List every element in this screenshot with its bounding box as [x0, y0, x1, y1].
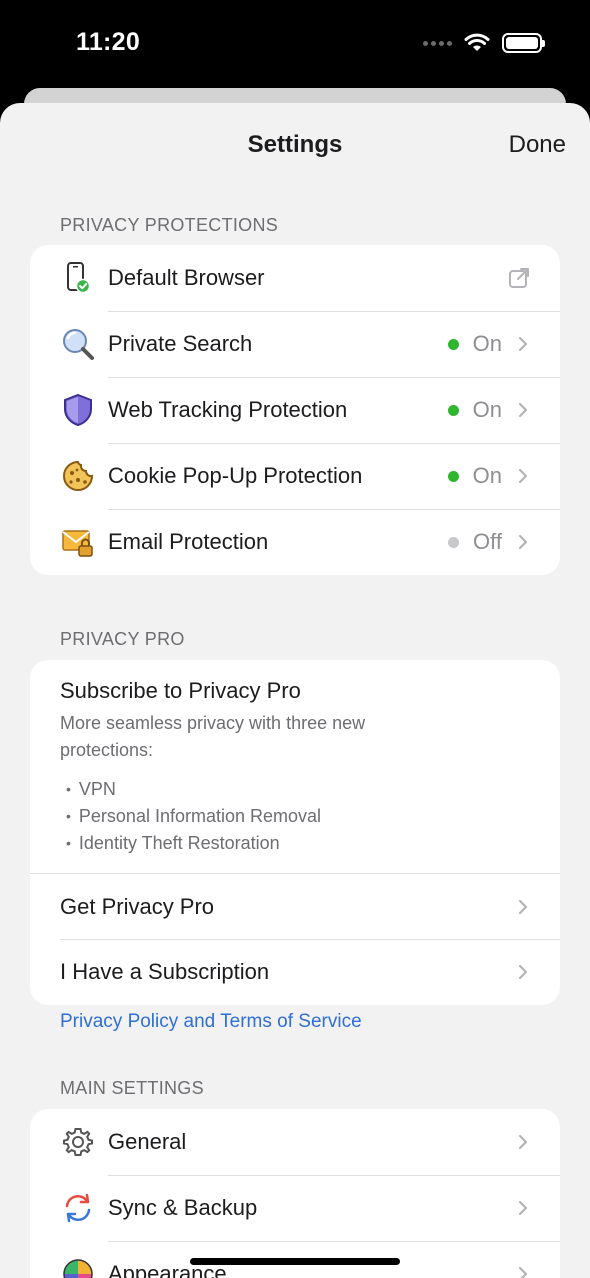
settings-sheet: Settings Done PRIVACY PROTECTIONS Defaul… — [0, 103, 590, 1278]
chevron-right-icon — [518, 965, 528, 979]
section-header-privacy-protections: PRIVACY PROTECTIONS — [60, 215, 279, 235]
section-header-privacy-pro: PRIVACY PRO — [60, 629, 185, 649]
row-email-protection[interactable]: Email Protection Off — [30, 509, 560, 575]
privacy-pro-group: Subscribe to Privacy Pro More seamless p… — [30, 660, 560, 1005]
magnifier-icon — [60, 326, 96, 362]
chevron-right-icon — [518, 469, 528, 483]
privacy-protections-group: Default Browser Private Search On Web Tr… — [30, 245, 560, 575]
envelope-lock-icon — [60, 524, 96, 560]
list-item: Identity Theft Restoration — [60, 830, 530, 857]
row-label: Get Privacy Pro — [60, 893, 215, 919]
status-time: 11:20 — [76, 28, 141, 56]
row-private-search[interactable]: Private Search On — [30, 311, 560, 377]
status-indicator: On — [447, 397, 502, 423]
sync-icon — [60, 1190, 96, 1226]
feature-text: VPN — [78, 779, 116, 799]
have-subscription-button[interactable]: I Have a Subscription — [30, 939, 560, 1005]
feature-text: Personal Information Removal — [78, 806, 322, 826]
chevron-right-icon — [518, 1201, 528, 1215]
row-label: I Have a Subscription — [60, 959, 270, 984]
gear-icon — [60, 1124, 96, 1160]
status-icons — [423, 33, 545, 53]
status-text: On — [472, 331, 502, 356]
row-label: Private Search — [108, 331, 253, 356]
battery-icon — [502, 33, 545, 53]
status-dot-icon — [447, 338, 459, 350]
color-wheel-icon — [60, 1256, 96, 1278]
status-indicator: On — [447, 463, 502, 489]
row-sync-backup[interactable]: Sync & Backup — [30, 1175, 560, 1241]
status-indicator: Off — [448, 529, 502, 555]
status-dot-icon — [448, 536, 460, 548]
phone-check-icon — [60, 260, 96, 296]
status-text: On — [472, 397, 502, 422]
status-indicator: On — [447, 331, 502, 357]
chevron-right-icon — [518, 899, 528, 914]
status-text: Off — [473, 529, 502, 554]
promo-description: More seamless privacy with three new pro… — [60, 713, 366, 760]
shield-icon — [60, 392, 96, 428]
row-label: Email Protection — [108, 529, 269, 554]
chevron-right-icon — [518, 1267, 528, 1278]
row-label: General — [108, 1129, 187, 1154]
row-web-tracking-protection[interactable]: Web Tracking Protection On — [30, 377, 560, 443]
row-label: Default Browser — [108, 265, 265, 290]
promo-title: Subscribe to Privacy Pro — [60, 678, 301, 703]
row-default-browser[interactable]: Default Browser — [30, 245, 560, 311]
list-item: Personal Information Removal — [60, 803, 530, 830]
wifi-icon — [464, 33, 490, 51]
row-general[interactable]: General — [30, 1109, 560, 1175]
row-label: Web Tracking Protection — [108, 397, 348, 422]
chevron-right-icon — [518, 1135, 528, 1149]
row-label: Sync & Backup — [108, 1195, 258, 1220]
main-settings-group: General Sync & Backup Appearance — [30, 1109, 560, 1278]
row-label: Cookie Pop-Up Protection — [108, 463, 363, 488]
done-button[interactable]: Done — [509, 131, 566, 159]
feature-list: VPN Personal Information Removal Identit… — [60, 776, 530, 857]
row-cookie-popup-protection[interactable]: Cookie Pop-Up Protection On — [30, 443, 560, 509]
external-link-icon — [509, 268, 529, 288]
status-dot-icon — [447, 470, 459, 482]
feature-text: Identity Theft Restoration — [78, 833, 280, 853]
chevron-right-icon — [518, 337, 528, 351]
home-indicator — [190, 1258, 400, 1265]
status-text: On — [472, 463, 502, 488]
page-title: Settings — [247, 131, 343, 158]
chevron-right-icon — [518, 403, 528, 417]
status-bar: 11:20 — [0, 0, 590, 90]
cookie-icon — [60, 458, 96, 494]
privacy-policy-link[interactable]: Privacy Policy and Terms of Service — [60, 1011, 362, 1033]
get-privacy-pro-button[interactable]: Get Privacy Pro — [30, 873, 560, 939]
chevron-right-icon — [518, 535, 528, 549]
list-item: VPN — [60, 776, 530, 803]
section-header-main-settings: MAIN SETTINGS — [60, 1078, 204, 1098]
cellular-signal-icon — [423, 40, 452, 46]
privacy-pro-promo: Subscribe to Privacy Pro More seamless p… — [30, 660, 560, 873]
status-dot-icon — [447, 404, 459, 416]
